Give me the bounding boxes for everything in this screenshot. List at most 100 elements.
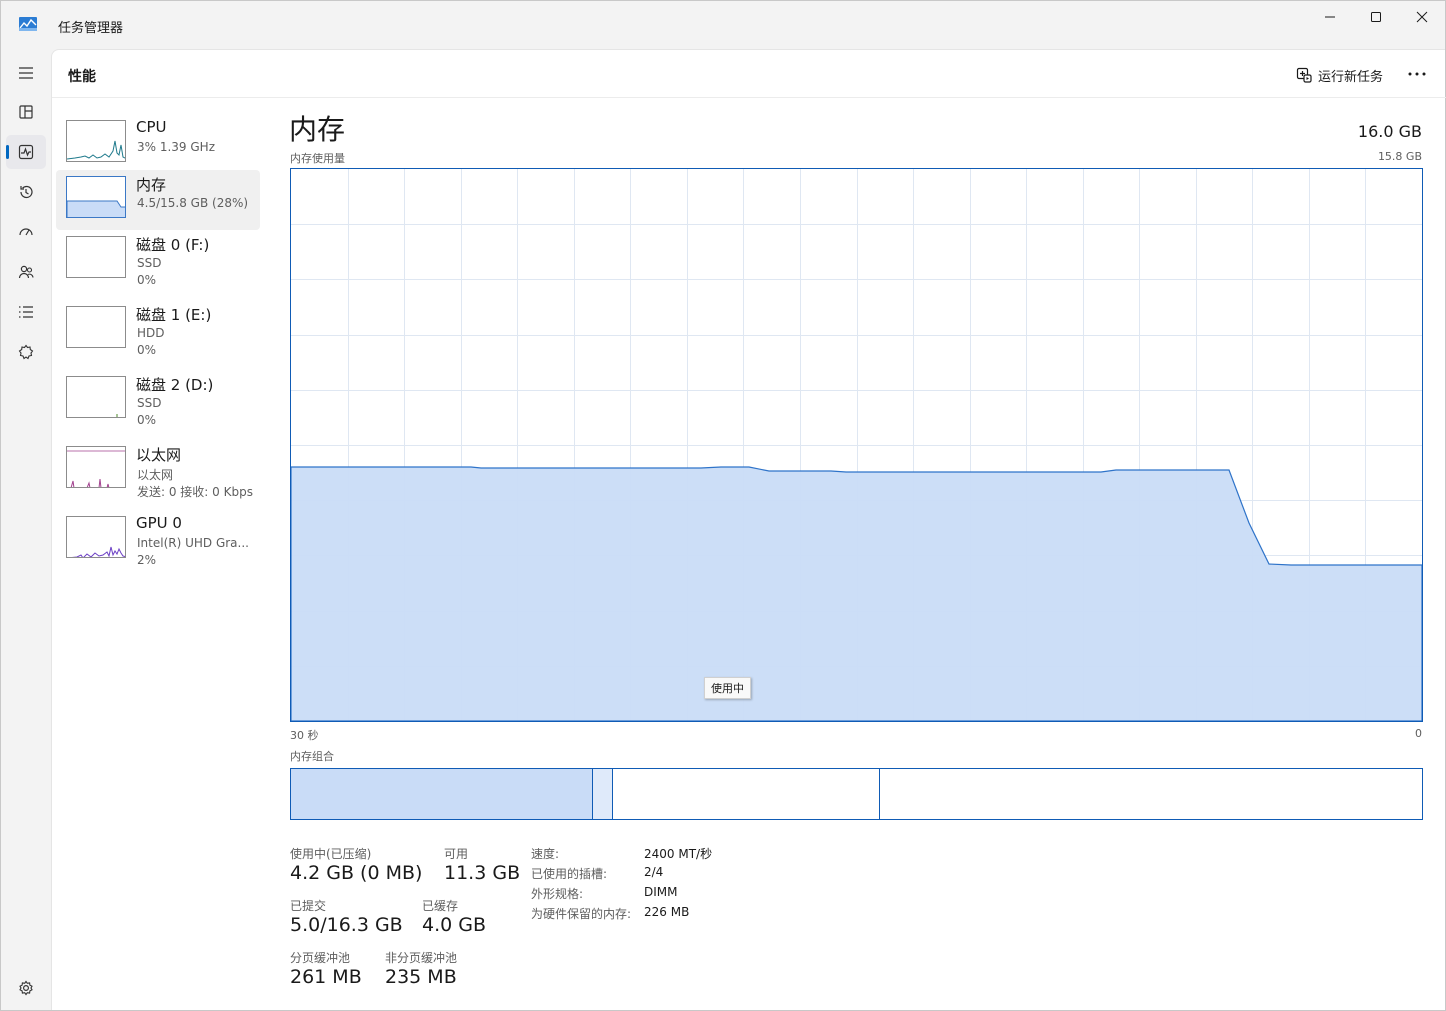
device-name: 内存 <box>136 176 167 194</box>
composition-free[interactable] <box>880 769 1422 819</box>
spec-key-form-factor: 外形规格: <box>531 887 584 901</box>
details-icon <box>19 306 33 318</box>
maximize-button[interactable] <box>1353 1 1399 33</box>
hamburger-icon <box>19 67 33 79</box>
device-adapter: 以太网 <box>137 468 174 482</box>
main-panel: 性能 运行新任务 CPU 3% 1.39 GHz 内存 4.5/15.8 GB … <box>51 49 1446 1010</box>
window-title: 任务管理器 <box>58 21 124 36</box>
cpu-thumbnail-graph <box>66 120 126 162</box>
nav-performance[interactable] <box>6 135 46 169</box>
device-gpu-0[interactable]: GPU 0 Intel(R) UHD Gra... 2% <box>56 510 260 570</box>
spec-value-speed: 2400 MT/秒 <box>644 847 713 861</box>
device-name: 以太网 <box>136 446 182 464</box>
committed-label: 已提交 <box>290 899 327 913</box>
device-disk-2[interactable]: 磁盘 2 (D:) SSD 0% <box>56 370 260 430</box>
gpu-thumbnail-graph <box>66 516 126 558</box>
memory-usage-graph[interactable] <box>290 168 1423 722</box>
users-icon <box>18 265 34 279</box>
spec-value-slots: 2/4 <box>644 865 664 879</box>
cached-value: 4.0 GB <box>422 914 487 936</box>
paged-pool-value: 261 MB <box>290 966 362 988</box>
gpu-sparkline <box>71 546 125 557</box>
device-usage: 0% <box>137 343 157 357</box>
composition-label: 内存组合 <box>290 750 334 763</box>
memory-total: 16.0 GB <box>1357 122 1422 141</box>
page-title: 性能 <box>68 69 96 85</box>
device-disk-0[interactable]: 磁盘 0 (F:) SSD 0% <box>56 230 260 290</box>
cpu-sparkline <box>67 140 125 160</box>
app-history-icon <box>20 185 33 199</box>
startup-icon <box>19 228 33 236</box>
disk1-thumbnail-graph <box>66 306 126 348</box>
available-value: 11.3 GB <box>444 862 521 884</box>
navigation-rail <box>1 49 51 1010</box>
nav-startup[interactable] <box>6 215 46 249</box>
ethernet-thumbnail-graph <box>66 446 126 488</box>
device-type: HDD <box>137 326 165 340</box>
device-ethernet[interactable]: 以太网 以太网 发送: 0 接收: 0 Kbps <box>56 440 260 500</box>
title-bar[interactable]: 任务管理器 <box>1 1 1445 49</box>
memory-thumbnail-graph <box>66 176 126 218</box>
time-axis-right: 0 <box>1415 727 1422 740</box>
composition-standby[interactable] <box>613 769 880 819</box>
detail-title: 内存 <box>289 113 346 146</box>
composition-modified[interactable] <box>593 769 613 819</box>
composition-in-use[interactable] <box>291 769 593 819</box>
usage-tooltip: 使用中 <box>704 677 751 699</box>
minimize-button[interactable] <box>1307 1 1353 33</box>
committed-value: 5.0/16.3 GB <box>290 914 403 936</box>
more-options-button[interactable] <box>1402 62 1432 86</box>
memory-usage-svg <box>291 169 1422 721</box>
usage-graph-max: 15.8 GB <box>1377 150 1422 163</box>
spec-value-form-factor: DIMM <box>644 885 678 899</box>
device-type: SSD <box>137 396 162 410</box>
services-icon <box>18 344 34 360</box>
device-throughput: 发送: 0 接收: 0 Kbps <box>137 485 253 499</box>
spec-value-hw-reserved: 226 MB <box>644 905 690 919</box>
run-new-task-label: 运行新任务 <box>1318 69 1384 85</box>
settings-icon <box>19 980 33 996</box>
page-header: 性能 运行新任务 <box>52 50 1446 98</box>
nonpaged-pool-value: 235 MB <box>385 966 457 988</box>
maximize-icon <box>1371 12 1381 22</box>
device-type: SSD <box>137 256 162 270</box>
device-disk-1[interactable]: 磁盘 1 (E:) HDD 0% <box>56 300 260 360</box>
close-button[interactable] <box>1399 1 1445 33</box>
nav-services[interactable] <box>6 335 46 369</box>
task-manager-window: 任务管理器 性能 运行新任务 CPU 3% 1.39 GHz 内存 4.5/15… <box>0 0 1446 1011</box>
memory-composition-bar[interactable] <box>290 768 1423 820</box>
nav-details[interactable] <box>6 295 46 329</box>
nav-users[interactable] <box>6 255 46 289</box>
paged-pool-label: 分页缓冲池 <box>290 951 351 965</box>
device-name: CPU <box>136 118 167 136</box>
time-axis-left: 30 秒 <box>290 729 319 742</box>
nav-processes[interactable] <box>6 95 46 129</box>
device-memory[interactable]: 内存 4.5/15.8 GB (28%) <box>56 170 260 230</box>
spec-key-speed: 速度: <box>531 847 560 861</box>
more-icon <box>1408 72 1426 76</box>
device-usage: 0% <box>137 413 157 427</box>
device-detail: 3% 1.39 GHz <box>137 140 216 154</box>
device-model: Intel(R) UHD Gra... <box>137 536 249 550</box>
in-use-label: 使用中(已压缩) <box>290 847 372 861</box>
close-icon <box>1416 11 1428 23</box>
device-usage: 0% <box>137 273 157 287</box>
disk0-thumbnail-graph <box>66 236 126 278</box>
settings-button[interactable] <box>6 973 46 1003</box>
device-name: 磁盘 1 (E:) <box>136 306 212 324</box>
device-usage: 2% <box>137 553 157 567</box>
ethernet-sparkline <box>67 450 125 487</box>
cached-label: 已缓存 <box>422 899 459 913</box>
available-label: 可用 <box>444 847 469 861</box>
performance-icon <box>18 144 34 160</box>
usage-graph-label: 内存使用量 <box>290 152 345 165</box>
hamburger-menu-button[interactable] <box>6 56 46 90</box>
task-manager-app-icon <box>19 17 37 31</box>
run-new-task-button[interactable]: 运行新任务 <box>1296 63 1383 87</box>
disk2-sparkline <box>116 414 118 417</box>
memory-sparkline <box>67 200 125 217</box>
device-cpu[interactable]: CPU 3% 1.39 GHz <box>56 114 260 174</box>
in-use-value: 4.2 GB (0 MB) <box>290 862 423 884</box>
spec-key-hw-reserved: 为硬件保留的内存: <box>531 907 632 921</box>
nav-app-history[interactable] <box>6 175 46 209</box>
